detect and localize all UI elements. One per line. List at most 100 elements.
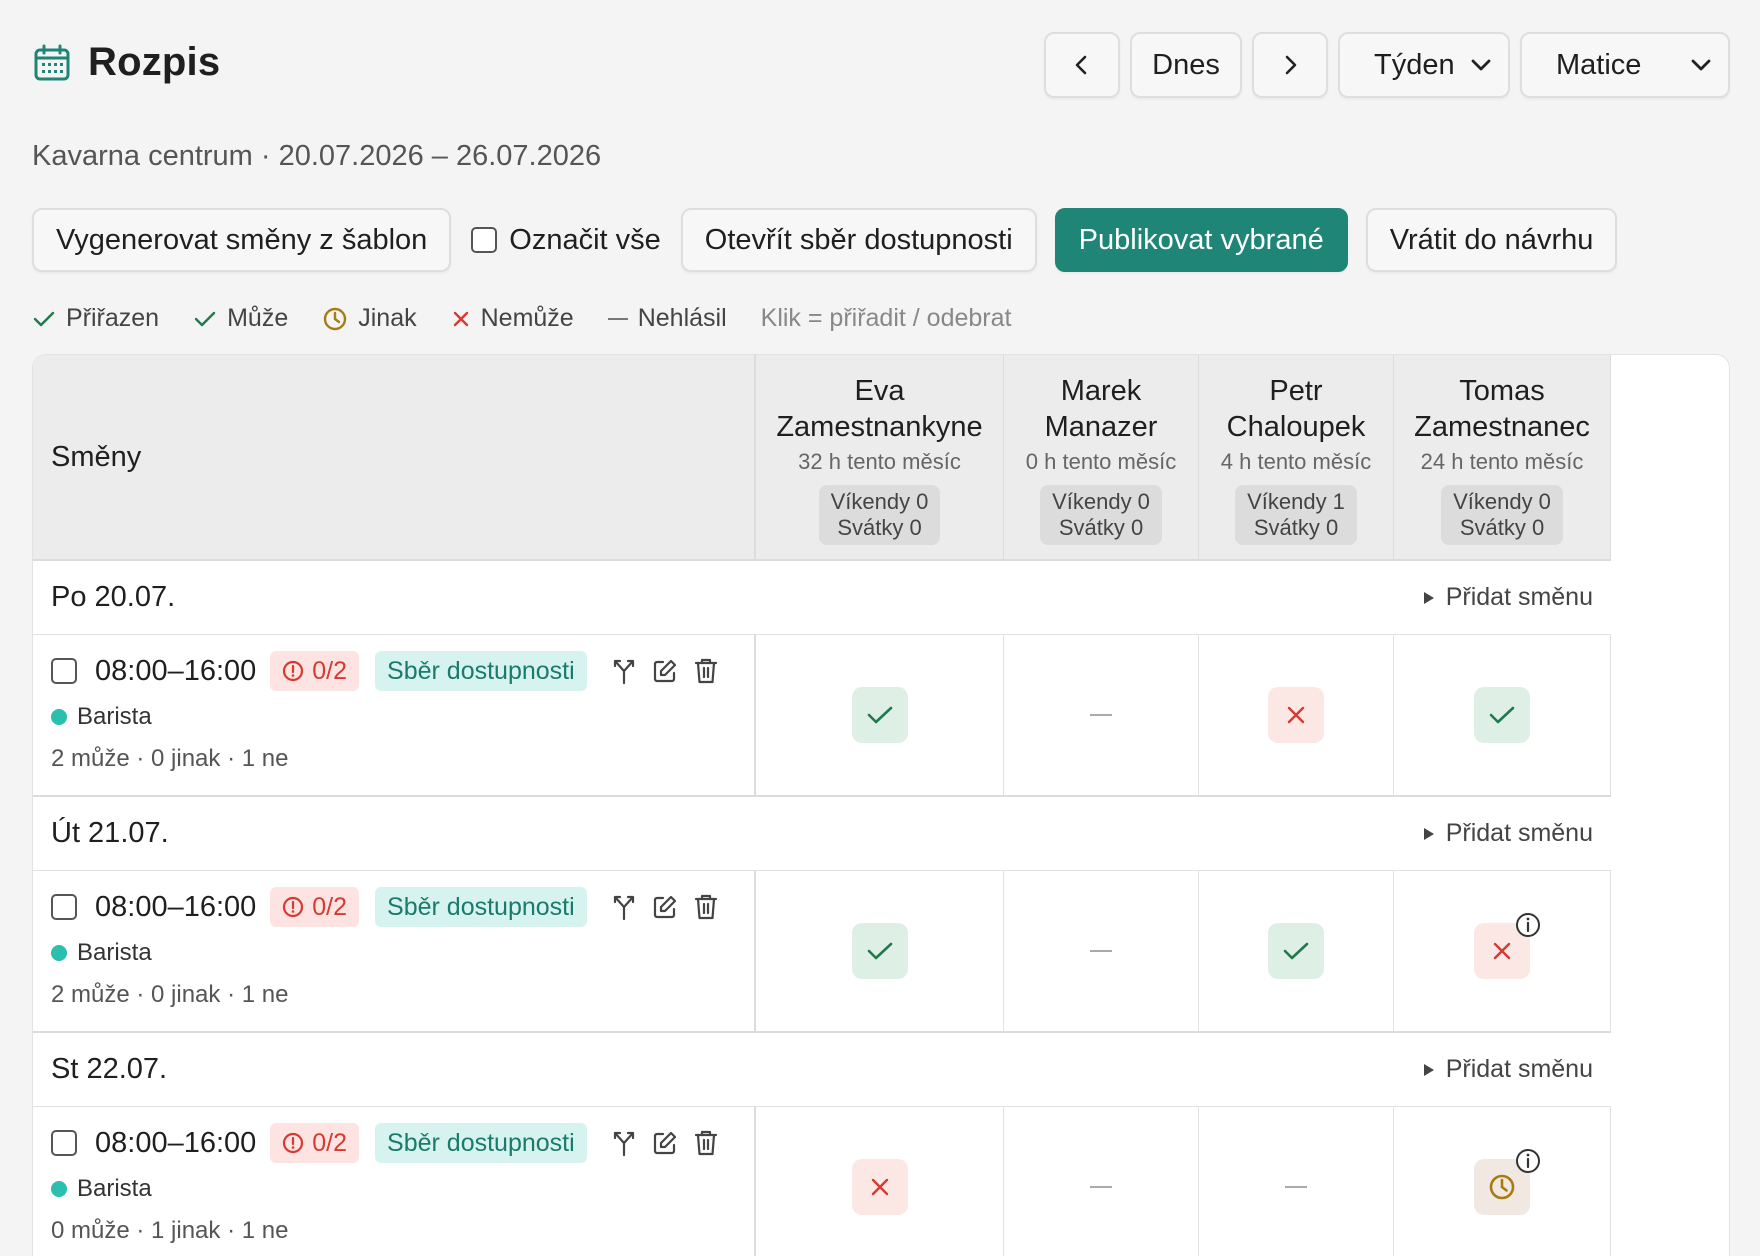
employee-first-name: Tomas (1459, 375, 1545, 407)
shift-select-checkbox[interactable] (51, 658, 77, 684)
chevron-down-icon (1471, 59, 1491, 71)
shift-status-badge: Sběr dostupnosti (375, 887, 587, 927)
trash-icon[interactable] (693, 1129, 719, 1157)
shift-time: 08:00–16:00 (95, 654, 257, 687)
role-color-dot (51, 1181, 67, 1197)
assignment-cell[interactable] (1004, 635, 1199, 795)
other-time-mark[interactable] (1474, 1149, 1540, 1215)
view-select-value: Matice (1556, 48, 1642, 81)
shifts-column-header: Směny (33, 355, 756, 561)
employee-hours: 0 h tento měsíc (1025, 449, 1177, 474)
shift-role: Barista (77, 703, 152, 730)
split-icon[interactable] (611, 1129, 637, 1157)
day-label: St 22.07. (51, 1053, 168, 1085)
assignment-cell[interactable] (1394, 1107, 1611, 1256)
assignment-cell[interactable] (756, 635, 1004, 795)
today-button[interactable]: Dnes (1130, 32, 1242, 98)
role-color-dot (51, 709, 67, 725)
day-row: St 22.07. Přidat směnu (33, 1033, 1611, 1107)
publish-selected-button[interactable]: Publikovat vybrané (1054, 208, 1348, 272)
availability-stats: 0 může · 1 jinak · 1 ne (51, 1217, 289, 1244)
check-icon (194, 311, 216, 326)
clock-icon (1489, 1174, 1515, 1200)
chevron-down-icon (1691, 59, 1711, 71)
select-all-checkbox[interactable]: Označit vše (469, 224, 663, 257)
matrix-header: Směny Eva Zamestnankyne 32 h tento měsíc… (33, 355, 1611, 561)
select-all-box[interactable] (471, 227, 498, 253)
assignment-cell[interactable] (1394, 871, 1611, 1031)
dash-icon (1090, 1186, 1112, 1188)
assigned-mark[interactable] (851, 923, 908, 979)
assignment-cell[interactable] (1199, 1107, 1394, 1256)
edit-icon[interactable] (651, 1129, 679, 1157)
alert-circle-icon (283, 660, 304, 682)
edit-icon[interactable] (651, 657, 679, 685)
employee-header: Eva Zamestnankyne 32 h tento měsíc Víken… (756, 355, 1004, 561)
shift-status-badge: Sběr dostupnosti (375, 651, 587, 691)
assignment-cell[interactable] (1004, 1107, 1199, 1256)
cannot-mark[interactable] (1268, 687, 1324, 743)
select-all-label: Označit vše (509, 223, 661, 256)
view-select[interactable]: Matice (1520, 32, 1730, 98)
check-icon (867, 706, 892, 724)
add-shift-button[interactable]: Přidat směnu (1422, 1055, 1593, 1084)
staffing-count-badge: 0/2 (270, 1123, 360, 1163)
trash-icon[interactable] (693, 657, 719, 685)
generate-shifts-button[interactable]: Vygenerovat směny z šablon (32, 208, 452, 272)
chevron-left-icon (1075, 55, 1087, 75)
assignment-cell[interactable] (1199, 635, 1394, 795)
shift-row: 08:00–16:00 0/2 Sběr dostupnosti Barista… (33, 1107, 1611, 1256)
assignment-cell[interactable] (756, 1107, 1004, 1256)
x-icon (1287, 706, 1305, 724)
triangle-right-icon (1423, 591, 1434, 604)
revert-to-draft-button[interactable]: Vrátit do návrhu (1365, 208, 1618, 272)
assigned-mark[interactable] (851, 687, 908, 743)
open-availability-collection-button[interactable]: Otevřít sběr dostupnosti (680, 208, 1037, 272)
assignment-cell[interactable] (1004, 871, 1199, 1031)
x-icon (453, 311, 468, 326)
check-icon (1489, 706, 1515, 724)
period-select-value: Týden (1374, 48, 1455, 81)
period-navigation: Dnes Týden Matice (1044, 32, 1730, 98)
split-icon[interactable] (611, 657, 637, 685)
employee-stats-badge: Víkendy 1 Svátky 0 (1235, 485, 1357, 545)
employee-hours: 4 h tento měsíc (1220, 449, 1372, 474)
edit-icon[interactable] (651, 893, 679, 921)
assigned-mark[interactable] (1474, 687, 1530, 743)
action-toolbar: Vygenerovat směny z šablon Označit vše O… (32, 208, 1618, 272)
employee-last-name: Zamestnanec (1414, 411, 1590, 443)
employee-last-name: Manazer (1044, 411, 1158, 443)
split-icon[interactable] (611, 893, 637, 921)
assignment-cell[interactable] (756, 871, 1004, 1031)
shift-select-checkbox[interactable] (51, 894, 77, 920)
cannot-mark[interactable] (851, 1159, 908, 1215)
cannot-mark[interactable] (1474, 913, 1540, 979)
page-title: Rozpis (88, 40, 221, 84)
add-shift-button[interactable]: Přidat směnu (1422, 583, 1593, 612)
employee-last-name: Chaloupek (1226, 411, 1366, 443)
info-icon[interactable] (1514, 911, 1542, 939)
period-select[interactable]: Týden (1338, 32, 1510, 98)
previous-period-button[interactable] (1044, 32, 1120, 98)
dash-icon (1090, 950, 1112, 952)
shift-time: 08:00–16:00 (95, 890, 257, 923)
assignment-cell[interactable] (1199, 871, 1394, 1031)
info-icon[interactable] (1514, 1147, 1542, 1175)
add-shift-button[interactable]: Přidat směnu (1422, 819, 1593, 848)
assigned-mark[interactable] (1268, 923, 1324, 979)
page-header: Rozpis (32, 40, 220, 85)
trash-icon[interactable] (693, 893, 719, 921)
next-period-button[interactable] (1252, 32, 1328, 98)
assignment-cell[interactable] (1394, 635, 1611, 795)
dash-icon (607, 317, 628, 320)
legend: Přiřazen Může Jinak Nemůže Nehlásil Klik… (32, 304, 1011, 333)
employee-stats-badge: Víkendy 0 Svátky 0 (1040, 485, 1162, 545)
shift-select-checkbox[interactable] (51, 1130, 77, 1156)
role-color-dot (51, 945, 67, 961)
employee-hours: 32 h tento měsíc (798, 449, 961, 474)
shift-row: 08:00–16:00 0/2 Sběr dostupnosti Barista… (33, 871, 1611, 1033)
employee-last-name: Zamestnankyne (776, 411, 983, 443)
shift-role: Barista (77, 1175, 152, 1202)
legend-assigned: Přiřazen (32, 304, 159, 333)
staffing-count-badge: 0/2 (270, 887, 360, 927)
